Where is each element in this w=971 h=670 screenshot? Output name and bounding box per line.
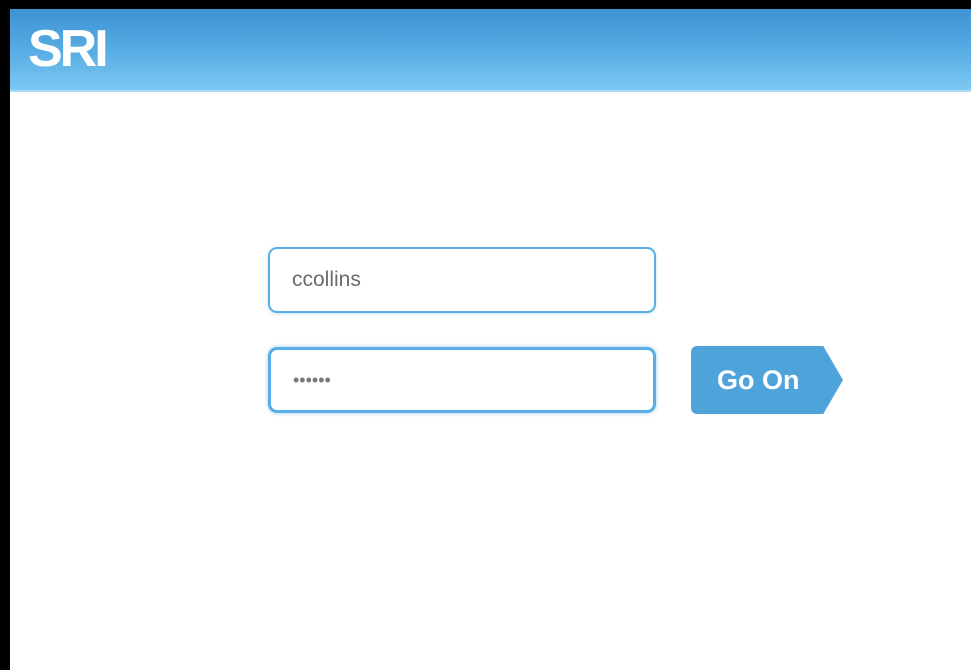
- password-field[interactable]: ••••••: [268, 347, 656, 413]
- go-on-button[interactable]: Go On: [691, 346, 843, 414]
- header-bar: SRI: [10, 9, 971, 92]
- password-value: ••••••: [293, 369, 331, 390]
- go-on-label: Go On: [717, 364, 800, 395]
- app-frame: SRI ccollins •••••• Go On: [0, 0, 971, 670]
- username-value: ccollins: [292, 268, 361, 291]
- username-field[interactable]: ccollins: [268, 247, 656, 313]
- sri-logo: SRI: [28, 20, 109, 78]
